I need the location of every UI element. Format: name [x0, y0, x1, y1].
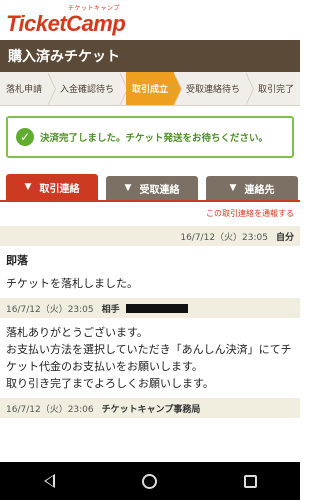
- tab-messages[interactable]: ▼ 取引連絡: [6, 174, 98, 200]
- triangle-down-icon: ▼: [229, 183, 237, 193]
- payment-notice: ✓ 決済完了しました。チケット発送をお待ちください。: [6, 116, 294, 158]
- tab-receipt[interactable]: ▼ 受取連絡: [106, 176, 198, 200]
- progress-steps: 落札申請 入金確認待ち 取引成立 受取連絡待ち 取引完了: [0, 72, 300, 106]
- page-title: 購入済みチケット: [8, 49, 120, 65]
- report-link[interactable]: この取引連絡を通報する: [0, 202, 300, 220]
- page-title-bar: 購入済みチケット: [0, 40, 300, 72]
- tab-underline: [0, 200, 300, 202]
- step-receipt-waiting: 受取連絡待ち: [186, 85, 241, 95]
- step-payment-check: 入金確認待ち: [60, 85, 115, 95]
- message-meta-office: 16/7/12（火）23:06 チケットキャンプ事務局: [0, 398, 300, 418]
- message-body-partner: 落札ありがとうございます。 お支払い方法を選択していただき「あんしん決済」にてチ…: [0, 318, 300, 392]
- message-meta-self: 16/7/12（火）23:05 自分: [0, 226, 300, 246]
- triangle-down-icon: ▼: [124, 183, 132, 193]
- message-timestamp: 16/7/12（火）23:06: [6, 404, 94, 415]
- message-timestamp: 16/7/12（火）23:05: [6, 304, 94, 315]
- message-line: 落札ありがとうございます。: [6, 326, 148, 339]
- message-sender: 相手: [101, 304, 120, 315]
- android-nav-bar: [0, 462, 300, 500]
- recent-apps-icon[interactable]: [243, 474, 257, 488]
- message-sender: 自分: [275, 232, 294, 243]
- logo-text: TicketCamp: [6, 11, 126, 36]
- message-meta-partner: 16/7/12（火）23:05 相手: [0, 298, 300, 318]
- step-finished: 取引完了: [258, 85, 295, 95]
- home-icon[interactable]: [141, 473, 157, 489]
- check-icon: ✓: [16, 128, 34, 146]
- message-line: 即落: [6, 254, 28, 267]
- ticketcamp-logo[interactable]: チケットキャンプ TicketCamp: [6, 3, 146, 37]
- step-transaction-complete: 取引成立: [126, 72, 175, 105]
- message-line: 取り引き完了までよろしくお願いします。: [6, 377, 214, 390]
- notice-text: 決済完了しました。チケット発送をお待ちください。: [40, 133, 269, 144]
- message-timestamp: 16/7/12（火）23:05: [180, 232, 268, 243]
- tab-bar: ▼ 取引連絡 ▼ 受取連絡 ▼ 連絡先: [0, 174, 300, 202]
- redacted-username: [125, 303, 188, 313]
- message-sender: チケットキャンプ事務局: [101, 404, 201, 415]
- back-icon[interactable]: [43, 474, 55, 488]
- message-body-self: 即落 チケットを落札しました。: [0, 246, 300, 292]
- message-line: お支払い方法を選択していただき「あんしん決済」にてチケット代金のお支払いをお願い…: [6, 343, 292, 373]
- triangle-down-icon: ▼: [24, 182, 32, 192]
- header-logo-bar: チケットキャンプ TicketCamp: [0, 0, 300, 40]
- step-bid-request: 落札申請: [6, 85, 43, 95]
- message-line: チケットを落札しました。: [6, 277, 138, 290]
- tab-contact[interactable]: ▼ 連絡先: [206, 176, 298, 200]
